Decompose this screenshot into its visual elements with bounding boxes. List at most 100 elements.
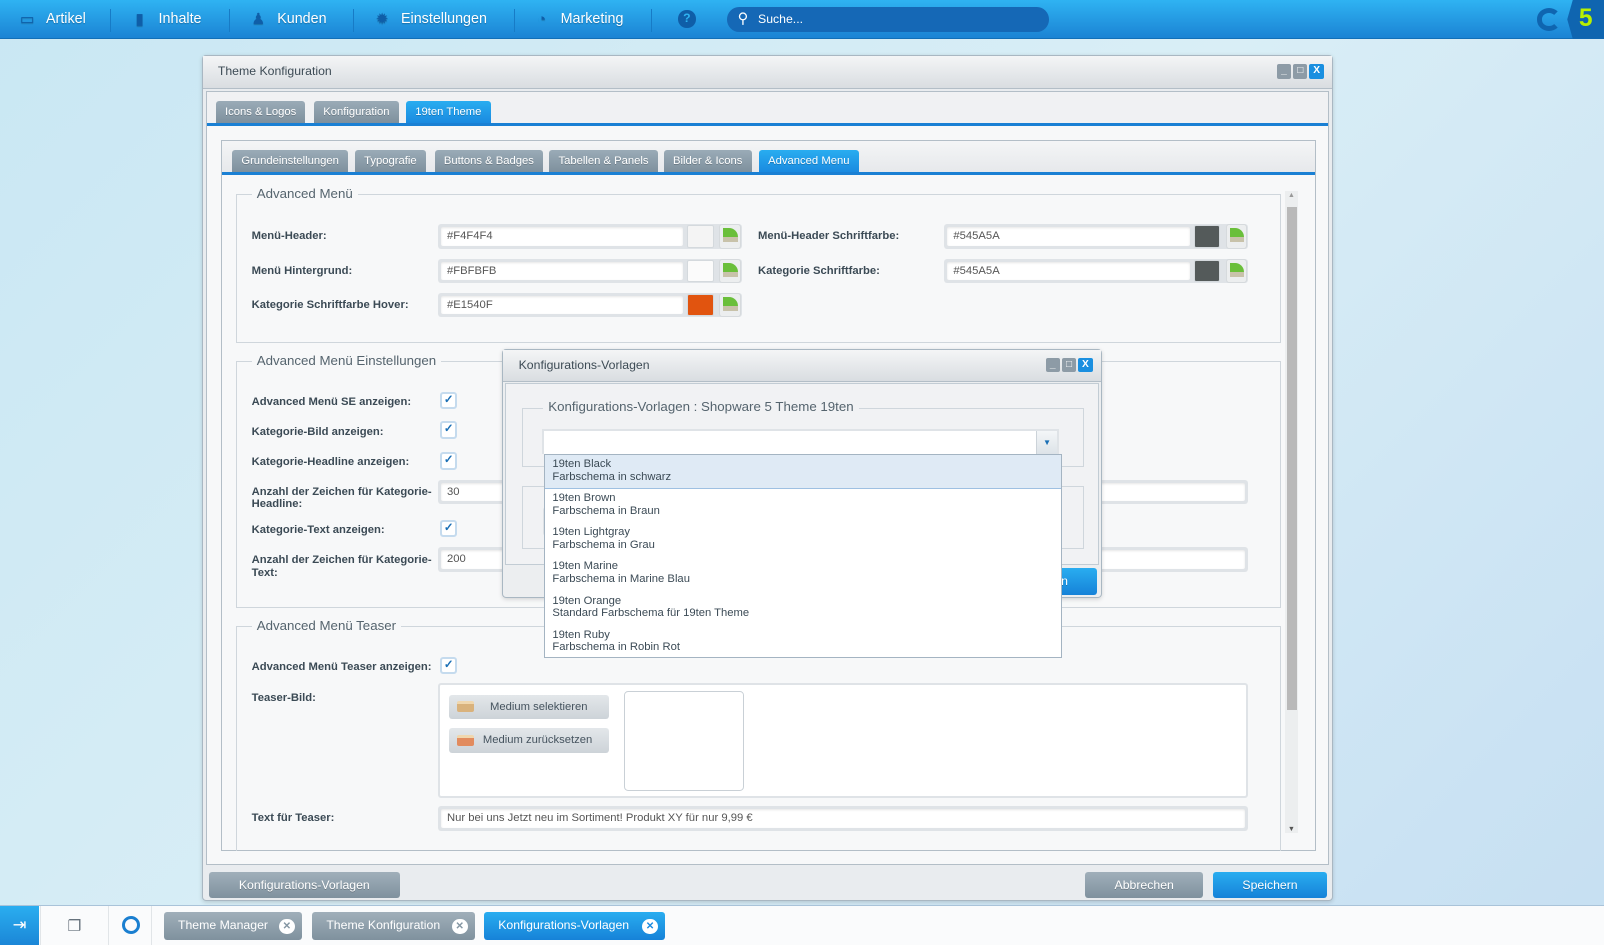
cancel-button[interactable]: Abbrechen: [1085, 871, 1203, 899]
media-reset-icon: [457, 734, 474, 746]
dropdown-option[interactable]: 19ten Marine Farbschema in Marine Blau: [545, 557, 1061, 591]
close-icon[interactable]: ✕: [642, 918, 658, 934]
maximize-icon[interactable]: □: [1293, 64, 1308, 79]
color-picker-icon[interactable]: [719, 258, 741, 284]
taskbar-item-theme-konfiguration[interactable]: Theme Konfiguration ✕: [312, 912, 475, 941]
color-hex-input[interactable]: #545A5A: [947, 227, 1190, 246]
taskbar-label: Konfigurations-Vorlagen: [498, 918, 630, 933]
search-placeholder: Suche...: [758, 12, 804, 27]
taskbar-item-theme-manager[interactable]: Theme Manager ✕: [163, 912, 302, 941]
color-picker-icon[interactable]: [719, 224, 741, 249]
teaser-text-input[interactable]: Nur bei uns Jetzt neu im Sortiment! Prod…: [437, 806, 1249, 831]
dropdown-option[interactable]: 19ten Ruby Farbschema in Robin Rot: [545, 626, 1061, 660]
nav-artikel[interactable]: ▭ Artikel: [18, 0, 86, 39]
close-icon[interactable]: ✕: [279, 918, 295, 934]
divider: [110, 9, 112, 32]
document-icon: ▮: [135, 10, 144, 28]
divider: [39, 906, 41, 945]
minimize-icon[interactable]: _: [1045, 358, 1060, 373]
templates-button[interactable]: Konfigurations-Vorlagen: [208, 871, 400, 899]
option-name: 19ten Orange: [552, 594, 622, 607]
fieldset-legend: Advanced Menü Teaser: [251, 617, 402, 633]
window-title: Theme Konfiguration: [202, 56, 1332, 89]
color-picker-icon[interactable]: [1225, 224, 1248, 249]
color-swatch: [687, 259, 715, 283]
taskbar-label: Theme Manager: [177, 918, 268, 933]
field-label: Menü-Header Schriftfarbe:: [758, 230, 900, 243]
checkbox-teaser-anzeigen[interactable]: ✓: [439, 656, 458, 675]
reset-media-button[interactable]: Medium zurücksetzen: [449, 728, 609, 753]
subtab-advanced-menu[interactable]: Advanced Menu: [758, 150, 859, 172]
taskbar-label: Theme Konfiguration: [326, 918, 441, 933]
field-label: Kategorie-Bild anzeigen:: [251, 425, 384, 438]
close-icon[interactable]: X: [1078, 358, 1093, 373]
tab-19ten-theme[interactable]: 19ten Theme: [406, 101, 491, 123]
scrollbar-thumb[interactable]: [1286, 206, 1298, 710]
logout-icon[interactable]: ⇥: [0, 906, 39, 945]
field-label: Anzahl der Zeichen für Kategorie-Headlin…: [251, 485, 432, 511]
scroll-up-icon[interactable]: ▲: [1288, 191, 1295, 199]
vertical-scrollbar[interactable]: ▲ ▼: [1284, 191, 1299, 833]
fieldset-legend: Advanced Menü Einstellungen: [251, 352, 442, 368]
dropdown-option[interactable]: 19ten Lightgray Farbschema in Grau: [545, 523, 1061, 557]
taskbar-item-konfigurations-vorlagen[interactable]: Konfigurations-Vorlagen ✕: [483, 912, 665, 941]
nav-kunden[interactable]: ♟ Kunden: [250, 0, 326, 39]
windows-icon[interactable]: ❐: [68, 917, 82, 936]
option-description: Farbschema in Robin Rot: [552, 640, 680, 653]
close-icon[interactable]: X: [1309, 64, 1324, 79]
color-hex-input[interactable]: #E1540F: [440, 295, 684, 315]
gear-icon: ✹: [375, 10, 389, 28]
subtab-buttons-badges[interactable]: Buttons & Badges: [434, 150, 544, 172]
nav-inhalte[interactable]: ▮ Inhalte: [131, 0, 201, 39]
field-label: Kategorie-Text anzeigen:: [251, 523, 385, 536]
checkbox-kategorie-headline[interactable]: ✓: [439, 452, 458, 470]
pie-chart-icon: ◔: [537, 10, 547, 28]
subtab-bilder-icons[interactable]: Bilder & Icons: [663, 150, 752, 172]
dropdown-option[interactable]: 19ten Brown Farbschema in Braun: [545, 489, 1061, 523]
dropdown-option[interactable]: 19ten Orange Standard Farbschema für 19te…: [545, 591, 1061, 625]
top-navigation-bar: ▭ Artikel ▮ Inhalte ♟ Kunden ✹ Einstellungen…: [0, 0, 1604, 39]
maximize-icon[interactable]: □: [1061, 358, 1077, 373]
subtab-grundeinstellungen[interactable]: Grundeinstellungen: [232, 150, 349, 172]
desktop: ▭ Artikel ▮ Inhalte ♟ Kunden ✹ Einstellungen…: [0, 0, 1604, 945]
dropdown-option[interactable]: 19ten Black Farbschema in schwarz: [545, 455, 1061, 490]
color-hex-input[interactable]: #545A5A: [947, 261, 1190, 281]
option-description: Farbschema in Marine Blau: [552, 572, 690, 585]
checkbox-se-anzeigen[interactable]: ✓: [439, 391, 458, 410]
scroll-down-icon[interactable]: ▼: [1288, 825, 1295, 833]
tab-konfiguration[interactable]: Konfiguration: [313, 101, 399, 123]
field-label: Text für Teaser:: [251, 812, 335, 825]
option-name: 19ten Ruby: [552, 628, 610, 641]
divider: [108, 906, 110, 945]
save-button[interactable]: Speichern: [1213, 871, 1327, 899]
input-value: Nur bei uns Jetzt neu im Sortiment! Prod…: [440, 809, 1245, 828]
nav-marketing[interactable]: ◔ Marketing: [533, 0, 623, 39]
minimize-icon[interactable]: _: [1276, 64, 1292, 79]
subtab-tabellen-panels[interactable]: Tabellen & Panels: [549, 150, 658, 172]
button-label: Medium zurücksetzen: [482, 734, 593, 747]
template-combobox[interactable]: ▼: [542, 428, 1059, 455]
close-icon[interactable]: ✕: [452, 918, 468, 934]
subtab-strip-line: [221, 171, 1315, 175]
option-description: Farbschema in schwarz: [552, 470, 672, 483]
color-picker-icon[interactable]: [719, 292, 741, 318]
fieldset-legend: Advanced Menü: [251, 186, 358, 202]
nav-einstellungen[interactable]: ✹ Einstellungen: [373, 0, 487, 39]
dashboard-icon[interactable]: [121, 915, 141, 934]
checkbox-kategorie-text[interactable]: ✓: [439, 519, 458, 538]
color-swatch: [687, 225, 715, 248]
media-icon: [457, 700, 474, 712]
divider: [352, 9, 354, 32]
color-hex-input[interactable]: #FBFBFB: [440, 261, 684, 281]
help-icon[interactable]: ?: [678, 10, 696, 28]
tab-icons-logos[interactable]: Icons & Logos: [215, 101, 306, 123]
checkbox-kategorie-bild[interactable]: ✓: [439, 421, 458, 439]
color-hex-input[interactable]: #F4F4F4: [440, 227, 684, 246]
modal-title: Konfigurations-Vorlagen: [503, 349, 1101, 382]
select-media-button[interactable]: Medium selektieren: [449, 694, 609, 720]
subtab-typografie[interactable]: Typografie: [354, 150, 426, 172]
color-picker-icon[interactable]: [1225, 258, 1248, 284]
option-description: Farbschema in Braun: [552, 504, 660, 517]
search-input[interactable]: ⚲ Suche...: [727, 7, 1049, 32]
chevron-down-icon[interactable]: ▼: [1036, 430, 1057, 455]
